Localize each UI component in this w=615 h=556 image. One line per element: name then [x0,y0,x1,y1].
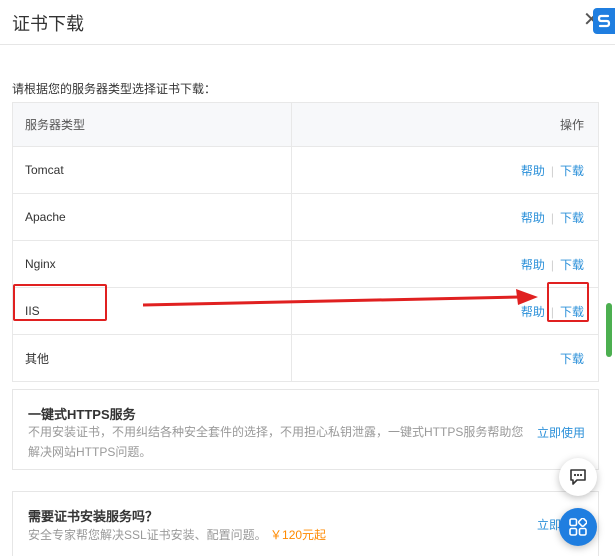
download-link[interactable]: 下载 [560,211,584,225]
action-cell: 下载 [291,334,599,382]
action-cell: 帮助 | 下载 [291,287,599,335]
help-link[interactable]: 帮助 [521,258,545,272]
download-link[interactable]: 下载 [560,305,584,319]
download-link[interactable]: 下载 [560,258,584,272]
action-cell: 帮助 | 下载 [291,146,599,194]
install-now-link[interactable]: 立即 [537,516,561,533]
server-name: 其他 [12,334,292,382]
action-cell: 帮助 | 下载 [291,193,599,241]
table-row: 其他 下载 [12,334,599,382]
chat-icon [570,469,586,485]
divider: | [550,257,554,272]
server-name: Tomcat [12,146,292,194]
divider: | [550,163,554,178]
table-row: Apache 帮助 | 下载 [12,193,599,241]
chat-button[interactable] [559,458,597,496]
help-link[interactable]: 帮助 [521,211,545,225]
intro-text: 请根据您的服务器类型选择证书下载： [12,82,217,96]
use-now-link[interactable]: 立即使用 [537,424,585,441]
server-name: Apache [12,193,292,241]
card-title: 需要证书安装服务吗？ [28,509,159,524]
divider: | [550,304,554,319]
table-row: Tomcat 帮助 | 下载 [12,146,599,194]
column-header-action: 操作 [291,102,599,147]
action-cell: 帮助 | 下载 [291,240,599,288]
card-title: 一键式HTTPS服务 [28,407,136,422]
dialog-header: 证书下载 ✕ [0,0,615,45]
download-link[interactable]: 下载 [560,352,584,366]
table-row: IIS 帮助 | 下载 [12,287,599,335]
table-row: Nginx 帮助 | 下载 [12,240,599,288]
app-grid-button[interactable] [559,508,597,546]
brand-s-icon[interactable] [593,8,615,34]
server-table: 服务器类型 操作 Tomcat 帮助 | 下载 Apache 帮助 | 下载 Nginx… [12,102,599,382]
column-header-server: 服务器类型 [12,102,292,147]
description-text: 安全专家帮您解决SSL证书安装、配置问题。 [28,528,267,542]
card-description: 安全专家帮您解决SSL证书安装、配置问题。 ￥120元起 [28,525,326,545]
install-service-card: 需要证书安装服务吗？ 安全专家帮您解决SSL证书安装、配置问题。 ￥120元起 … [12,491,599,556]
server-name: IIS [12,287,292,335]
scrollbar-thumb[interactable] [606,303,612,357]
price-label: ￥120元起 [270,528,327,542]
card-description: 不用安装证书，不用纠结各种安全套件的选择，不用担心私钥泄露，一键式HTTPS服务… [28,425,524,459]
download-link[interactable]: 下载 [560,164,584,178]
dialog-title: 证书下载 [12,14,84,34]
divider: | [550,210,554,225]
table-header-row: 服务器类型 操作 [12,102,599,147]
help-link[interactable]: 帮助 [521,305,545,319]
help-link[interactable]: 帮助 [521,164,545,178]
server-name: Nginx [12,240,292,288]
grid-icon [569,518,587,536]
https-service-card: 一键式HTTPS服务 不用安装证书，不用纠结各种安全套件的选择，不用担心私钥泄露… [12,389,599,470]
